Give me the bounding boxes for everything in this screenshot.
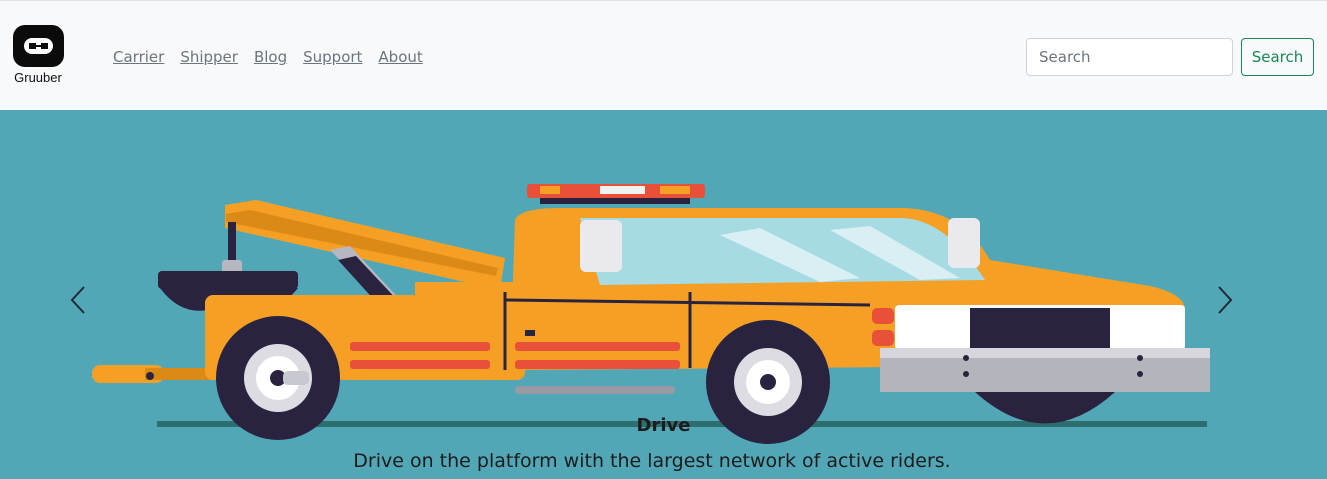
nav-link-carrier[interactable]: Carrier bbox=[113, 47, 164, 67]
roof-light-bar bbox=[527, 184, 705, 204]
carousel-caption-title: Drive bbox=[636, 415, 691, 436]
navbar: Gruuber Carrier Shipper Blog Support Abo… bbox=[0, 0, 1327, 110]
carousel-prev-button[interactable] bbox=[58, 280, 98, 320]
link-icon bbox=[24, 38, 53, 54]
truck-grille bbox=[872, 305, 1210, 392]
brand-logo-link[interactable]: Gruuber bbox=[6, 25, 70, 87]
nav-link-blog[interactable]: Blog bbox=[254, 47, 287, 67]
hero-carousel: Drive Drive on the platform with the lar… bbox=[0, 110, 1327, 479]
search-input[interactable] bbox=[1026, 38, 1233, 76]
nav-link-about[interactable]: About bbox=[378, 47, 422, 67]
carousel-next-button[interactable] bbox=[1205, 280, 1245, 320]
carousel-caption-text: Drive on the platform with the largest n… bbox=[353, 450, 951, 472]
chevron-right-icon bbox=[1218, 286, 1233, 314]
brand-name: Gruuber bbox=[14, 70, 62, 85]
search-button[interactable]: Search bbox=[1241, 38, 1314, 76]
nav-link-support[interactable]: Support bbox=[303, 47, 362, 67]
brand-badge bbox=[13, 25, 64, 67]
nav-link-shipper[interactable]: Shipper bbox=[180, 47, 238, 67]
nav-links: Carrier Shipper Blog Support About bbox=[113, 47, 423, 67]
chevron-left-icon bbox=[70, 286, 85, 314]
